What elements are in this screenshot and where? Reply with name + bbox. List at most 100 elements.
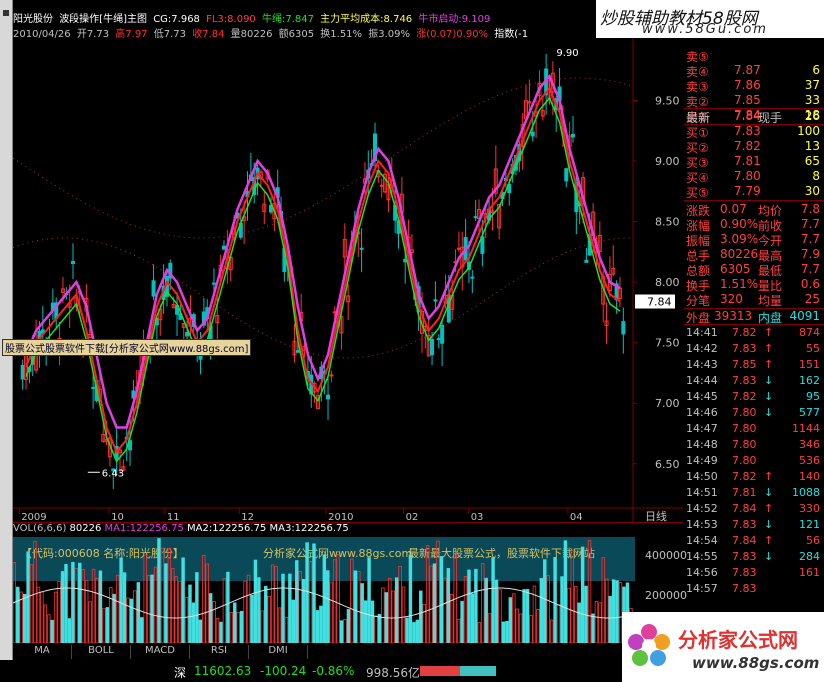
tick-volume: 577 <box>799 406 820 419</box>
volume-bar <box>288 573 292 643</box>
volume-bar <box>611 579 616 643</box>
volume-bar <box>608 595 612 643</box>
market-label: 深 <box>174 666 187 680</box>
stat-value: 6305 <box>720 262 751 276</box>
sell-row[interactable]: 卖② 7.85 33 <box>684 93 824 109</box>
volume-bar <box>391 590 395 643</box>
tick-row: 14:47 7.80 1144 <box>684 422 824 438</box>
tab-rsi[interactable]: RSI <box>190 645 249 659</box>
vol-ma1: MA1:122256.75 <box>104 523 184 534</box>
tick-volume: 536 <box>799 454 820 467</box>
volume-bar <box>580 546 585 643</box>
tick-volume: 151 <box>799 358 820 371</box>
tab-macd[interactable]: MACD <box>131 645 190 659</box>
tab-boll[interactable]: BOLL <box>72 645 131 659</box>
volume-bar <box>346 609 351 643</box>
candle-body <box>570 133 575 138</box>
volume-bar <box>281 573 285 643</box>
volume-bar <box>284 616 289 643</box>
candle-body <box>621 321 626 335</box>
tick-direction: ↑ <box>764 326 774 339</box>
volume-bar <box>91 568 96 643</box>
stats-row: 分笔 320 均量 25 <box>684 292 824 308</box>
volume-bar <box>208 593 213 643</box>
latest-price: 7.84 <box>734 109 761 123</box>
volume-header: VOL(6,6,6) 80226 MA1:122256.75 MA2:12225… <box>13 523 349 534</box>
tick-price: 7.83 <box>732 550 757 563</box>
main-price-chart[interactable]: 9.50 9.00 8.50 8.00 7.50 7.00 6.50 2009 10 11 12 20… <box>12 38 683 523</box>
period-label[interactable]: 日线 <box>645 509 667 523</box>
y-tick-label: 9.50 <box>655 94 680 107</box>
stat-value: 80226 <box>720 247 759 261</box>
stat-value: 0.07 <box>720 202 747 216</box>
volume-bar <box>270 564 275 643</box>
change-value: 涨(0.07)0.90% <box>416 29 489 38</box>
volume-bar <box>343 619 347 643</box>
volume-bar <box>112 593 116 643</box>
tick-row: 14:51 7.81 ↓ 1088 <box>684 486 824 502</box>
tab-dmi[interactable]: DMI <box>249 645 308 659</box>
tick-row: 14:52 7.84 ↑ 330 <box>684 502 824 518</box>
buy-row[interactable]: 买⑤ 7.79 30 <box>684 184 824 200</box>
volume-bar <box>98 570 103 643</box>
volume-bar <box>467 569 471 643</box>
tick-time: 14:44 <box>686 374 718 387</box>
tick-time: 14:52 <box>686 502 718 515</box>
tick-direction: ↓ <box>764 374 774 387</box>
buy-row[interactable]: 买① 7.83 100 <box>684 124 824 140</box>
tick-price: 7.81 <box>732 486 757 499</box>
sell-row[interactable]: 卖④ 7.87 6 <box>684 63 824 79</box>
price-chart-svg[interactable]: 9.50 9.00 8.50 8.00 7.50 7.00 6.50 2009 10 11 12 20… <box>12 38 683 523</box>
tab-ma[interactable]: MA <box>13 645 72 659</box>
turnover-value: 换1.51% <box>320 29 363 38</box>
volume-bar <box>336 554 340 643</box>
volume-bar <box>405 617 409 643</box>
tick-volume: 284 <box>799 550 820 563</box>
volume-bar <box>419 590 423 643</box>
candle-body <box>564 168 569 182</box>
volume-panel[interactable]: VOL(6,6,6) 80226 MA1:122256.75 MA2:12225… <box>13 522 687 643</box>
sell-row[interactable]: 卖③ 7.86 37 <box>684 78 824 94</box>
candle-body <box>91 386 96 389</box>
market-index: 11602.63 <box>194 664 252 678</box>
buy-row[interactable]: 买② 7.82 13 <box>684 139 824 155</box>
buy-volume: 100 <box>797 124 820 138</box>
volume-bar <box>153 566 158 643</box>
volume-bar <box>367 557 371 643</box>
volume-bar <box>81 568 85 643</box>
low-value: 低7.73 <box>153 29 186 38</box>
volume-bars-svg <box>13 538 633 643</box>
tick-row: 14:44 7.83 ↓ 162 <box>684 374 824 390</box>
sell-price: 7.86 <box>734 78 761 92</box>
volume-bar <box>477 622 482 643</box>
tick-time: 14:57 <box>686 582 718 595</box>
stats-row: 振幅 3.09% 今开 7.7 <box>684 232 824 248</box>
volume-bar <box>574 586 578 643</box>
buy-row[interactable]: 买③ 7.81 65 <box>684 154 824 170</box>
buy-price: 7.82 <box>734 139 761 153</box>
tick-price: 7.85 <box>732 358 757 371</box>
volume-bar <box>78 562 82 643</box>
volume-bar <box>543 559 547 643</box>
sell-row[interactable]: 卖⑤ <box>684 48 824 64</box>
indicator-name[interactable]: 波段操作[牛绳]主图 <box>59 14 147 25</box>
sell-volume: 33 <box>804 93 820 107</box>
volume-bar <box>301 579 306 643</box>
tick-time: 14:56 <box>686 566 718 579</box>
overlay-ad-badge: 股票公式股票软件下载[分析家公式网www.88gs.com] <box>2 339 252 356</box>
volume-bar <box>539 578 544 643</box>
vol-tick-400000: 400000 <box>645 549 687 562</box>
x-tick-label: 03 <box>471 512 484 522</box>
tick-price: 7.82 <box>732 390 757 403</box>
volume-bar <box>146 575 151 643</box>
tick-row: 14:57 7.83 <box>684 582 824 598</box>
volume-bar <box>481 563 485 643</box>
volume-bar <box>167 547 172 643</box>
stats-row: 涨幅 0.90% 前收 7.7 <box>684 217 824 233</box>
toolbar-button[interactable] <box>3 10 9 16</box>
buy-row[interactable]: 买④ 7.80 8 <box>684 169 824 185</box>
volume-bar <box>570 549 575 643</box>
tick-price: 7.80 <box>732 438 757 451</box>
volume-bar <box>295 560 299 643</box>
tick-time: 14:46 <box>686 406 718 419</box>
